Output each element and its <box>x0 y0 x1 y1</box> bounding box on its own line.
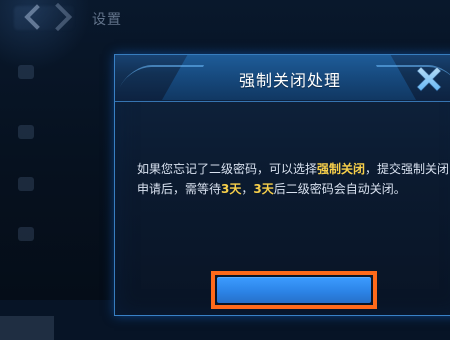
top-bar: 设置 <box>0 0 450 40</box>
confirm-button[interactable] <box>217 277 371 303</box>
sidebar-selected-indicator <box>0 316 54 340</box>
highlight-text: 3天 <box>253 182 274 196</box>
sidebar-item-icon <box>18 125 34 139</box>
dialog-header: 强制关闭处理 <box>115 55 450 102</box>
sidebar-item[interactable] <box>0 216 112 254</box>
back-button[interactable] <box>0 0 84 36</box>
highlight-text: 3天 <box>221 182 242 196</box>
sidebar-item[interactable] <box>0 114 112 152</box>
back-icon <box>43 2 73 32</box>
body-text: 申请后，需等待 <box>137 182 222 196</box>
body-text: ，提交强制关闭 <box>365 162 450 176</box>
body-text: ， <box>241 182 254 196</box>
dialog-body-line-2: 申请后，需等待3天，3天后二级密码会自动关闭。 <box>137 179 450 199</box>
dialog-title: 强制关闭处理 <box>238 71 341 90</box>
page-title: 设置 <box>92 12 122 28</box>
dialog-body-line-1: 如果您忘记了二级密码，可以选择强制关闭，提交强制关闭 <box>137 159 450 179</box>
dialog-body: 如果您忘记了二级密码，可以选择强制关闭，提交强制关闭 申请后，需等待3天，3天后… <box>137 159 450 199</box>
sidebar-item-icon <box>18 65 34 79</box>
body-text: 如果您忘记了二级密码，可以选择 <box>137 162 318 176</box>
sidebar-item[interactable] <box>0 166 112 204</box>
sidebar-item-icon <box>18 227 34 241</box>
sidebar-item-icon <box>18 177 34 191</box>
close-button[interactable] <box>411 61 450 95</box>
sidebar-item[interactable] <box>0 54 112 92</box>
sidebar <box>0 40 112 340</box>
close-icon <box>416 66 442 92</box>
body-text: 后二级密码会自动关闭。 <box>273 182 406 196</box>
highlight-text: 强制关闭 <box>317 162 366 176</box>
